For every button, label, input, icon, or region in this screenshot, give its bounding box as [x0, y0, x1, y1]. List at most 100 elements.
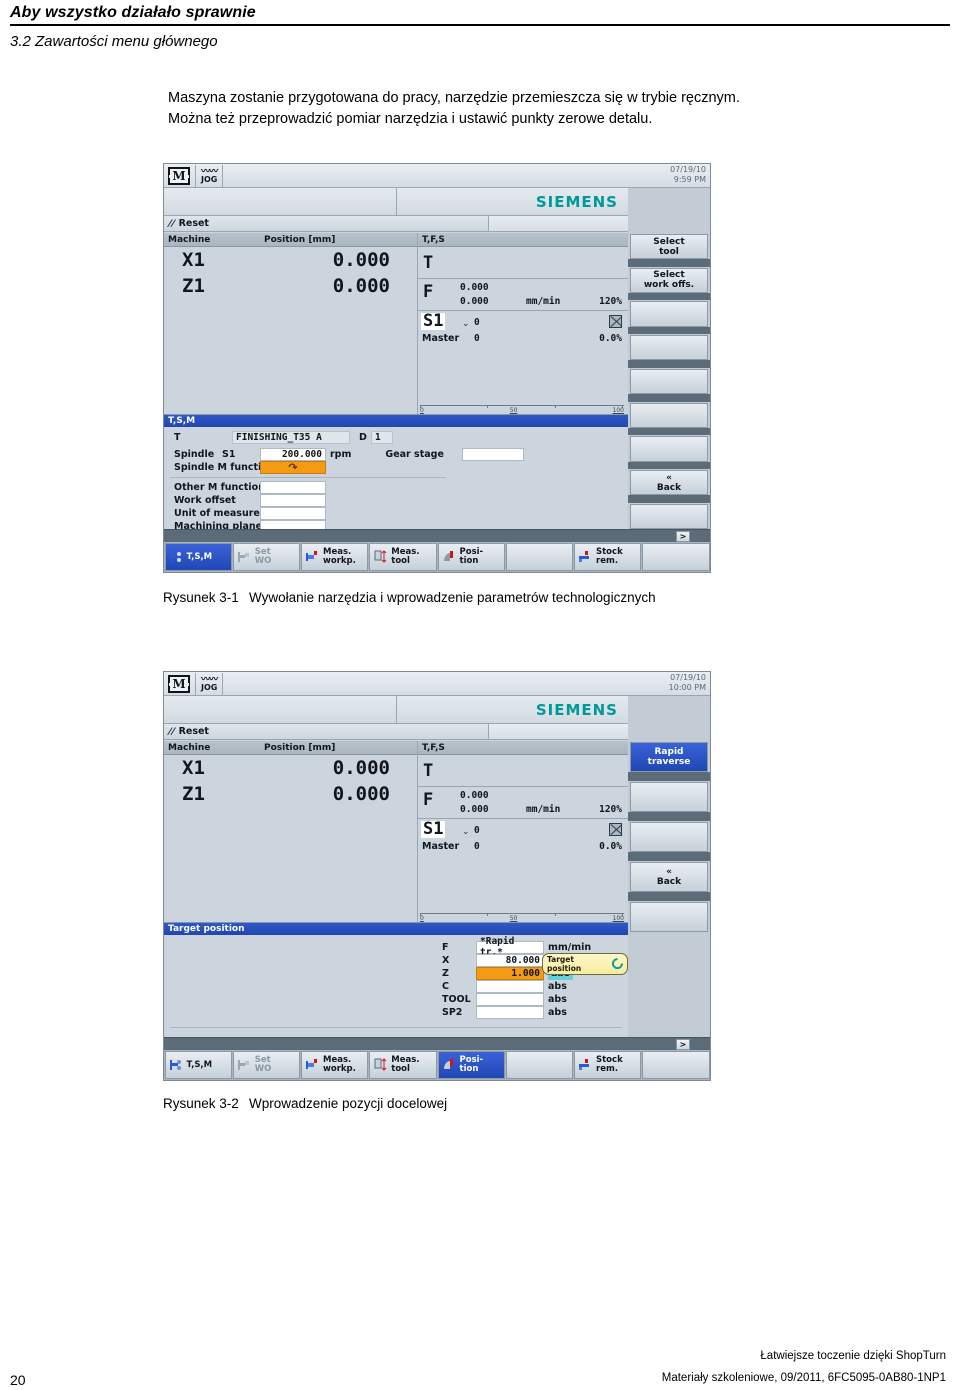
axis-z-field[interactable]: 1.000 [476, 966, 544, 980]
softkey-empty-2[interactable] [630, 782, 708, 812]
softkey-empty-6[interactable] [505, 543, 573, 571]
softkey-empty-5[interactable] [630, 368, 708, 395]
softkey-empty-8[interactable] [642, 1051, 710, 1079]
feed-override: 120% [599, 296, 622, 307]
tfs-panel: T,F,S T F 0.000 0.000 mm/min 120% S1 ⌄ 0… [418, 741, 628, 922]
form-row-work-offset: Work offset [174, 493, 326, 507]
jog-mode-icon[interactable]: 〰〰 JOG [201, 167, 218, 184]
date-time: 07/19/10 9:59 PM [670, 165, 706, 185]
stock-removal-icon [578, 549, 593, 565]
axis-c-field[interactable] [476, 979, 544, 993]
softkey-empty-8[interactable] [642, 543, 710, 571]
d-number-field[interactable]: 1 [371, 430, 393, 444]
spindle-row: S1 ⌄ 0 Master 0 0.0% 0 50 100 [418, 819, 628, 922]
softkey-label: T,S,M [186, 1059, 213, 1070]
softkey-gap [628, 772, 710, 781]
feed-label: F [442, 941, 449, 953]
softkey-measure-tool[interactable]: Meas. tool [369, 1051, 437, 1079]
measure-tool-icon [373, 1057, 388, 1073]
softkey-empty-6[interactable] [630, 402, 708, 428]
position-rows: X1 0.000 Z1 0.000 [164, 247, 417, 299]
gear-stage-field[interactable] [461, 447, 524, 461]
rotate-circle-icon [609, 955, 626, 972]
tool-row: T [418, 247, 628, 279]
softkey-stock-removal[interactable]: Stock rem. [574, 1051, 642, 1079]
softkey-stock-removal[interactable]: Stock rem. [574, 543, 642, 571]
tool-label: T [423, 252, 434, 273]
softkey-measure-workpiece[interactable]: Meas. workp. [301, 1051, 369, 1079]
softkey-label: Posi- tion [459, 547, 484, 566]
softkey-position[interactable]: Posi- tion [437, 1051, 505, 1079]
siemens-logo: SIEMENS [535, 701, 618, 719]
feed-set: 0.000 [460, 804, 489, 815]
jog-mode-icon[interactable]: 〰〰 JOG [201, 675, 218, 692]
stock-removal-icon [578, 1057, 593, 1073]
chevron-down-icon[interactable]: ⌄ [462, 827, 470, 837]
other-m-field[interactable] [260, 480, 326, 494]
softkey-tsm[interactable]: T,S,M [164, 543, 232, 571]
etc-key[interactable]: > [676, 531, 690, 542]
spindle-m-field[interactable]: ↷ [260, 460, 326, 474]
divider [396, 696, 397, 723]
spindle-m-label: Spindle M function [174, 461, 275, 473]
softkey-back[interactable]: « Back [630, 862, 708, 892]
softkey-empty-6[interactable] [505, 1051, 573, 1079]
softkey-empty-3[interactable] [630, 301, 708, 327]
chevron-down-icon[interactable]: ⌄ [462, 319, 470, 329]
softkey-set-wo[interactable]: Set WO [232, 1051, 300, 1079]
measure-tool-icon [373, 549, 388, 565]
spindle-master-value: 0 [474, 841, 480, 852]
date-text: 07/19/10 [670, 165, 706, 174]
figure-2-caption: Rysunek 3-2 Wprowadzenie pozycji docelowe… [163, 1096, 447, 1111]
paragraph-line-1: Maszyna zostanie przygotowana do pracy, … [168, 90, 740, 106]
softkey-empty-5[interactable] [630, 902, 708, 932]
scale-tick-50: 50 [509, 914, 518, 922]
unit-of-measure-field[interactable] [260, 506, 326, 520]
softkey-gap [628, 292, 710, 301]
form-row-unit: Unit of measure. [174, 506, 326, 520]
softkey-measure-tool[interactable]: Meas. tool [369, 543, 437, 571]
softkey-rapid-traverse[interactable]: Rapid traverse [630, 742, 708, 772]
machine-m-icon[interactable]: M [168, 674, 190, 693]
softkey-empty-3[interactable] [630, 822, 708, 852]
target-position-tooltip: Target position [542, 952, 628, 975]
spindle-master-label: Master [422, 333, 460, 344]
alarm-line: // Reset [164, 216, 628, 232]
tool-axis-mode: abs [548, 993, 567, 1005]
softkey-position[interactable]: Posi- tion [437, 543, 505, 571]
tool-axis-field[interactable] [476, 992, 544, 1006]
softkey-select-work-offsets[interactable]: Select work offs. [630, 267, 708, 293]
softkey-back[interactable]: « Back [630, 470, 708, 496]
feed-unit: mm/min [548, 941, 592, 953]
softkey-empty-9[interactable] [630, 503, 708, 529]
spindle-speed-field[interactable]: 200.000 [260, 447, 326, 461]
tfs-header: T,F,S [418, 741, 628, 755]
jog-label: JOG [201, 682, 218, 692]
softkey-set-wo[interactable]: Set WO [232, 543, 300, 571]
etc-key[interactable]: > [676, 1039, 690, 1050]
siemens-logo: SIEMENS [535, 193, 618, 211]
tool-name-field[interactable]: FINISHING_T35 A [232, 430, 350, 444]
axis-x-field[interactable]: 80.000 [476, 953, 544, 967]
horizontal-softkey-bar: T,S,M Set WO Meas. workp. Meas. tool Pos… [164, 1050, 710, 1080]
figure-1-number: Rysunek 3-1 [163, 590, 239, 605]
divider [195, 164, 196, 187]
softkey-measure-workpiece[interactable]: Meas. workp. [301, 543, 369, 571]
softkey-label: Set WO [254, 547, 272, 566]
softkey-tsm[interactable]: T,S,M [164, 1051, 232, 1079]
spindle-label: Spindle [174, 448, 215, 460]
work-offset-field[interactable] [260, 493, 326, 507]
softkey-gap [628, 394, 710, 402]
sp2-field[interactable] [476, 1005, 544, 1019]
softkey-empty-4[interactable] [630, 335, 708, 361]
status-bar: M 〰〰 JOG 07/19/10 9:59 PM [164, 164, 710, 188]
machine-m-icon[interactable]: M [168, 166, 190, 185]
softkey-label: Set WO [254, 1055, 272, 1074]
work-offset-label: Work offset [174, 494, 236, 506]
horizontal-softkey-top-strip: > [164, 1037, 710, 1050]
softkey-select-tool[interactable]: Select tool [630, 234, 708, 260]
feed-value-field[interactable]: *Rapid tr.* [476, 936, 544, 958]
spindle-axis: S1 [222, 448, 236, 460]
figure-1-caption: Rysunek 3-1 Wywołanie narzędzia i wprowad… [163, 590, 656, 605]
softkey-empty-7[interactable] [630, 436, 708, 462]
